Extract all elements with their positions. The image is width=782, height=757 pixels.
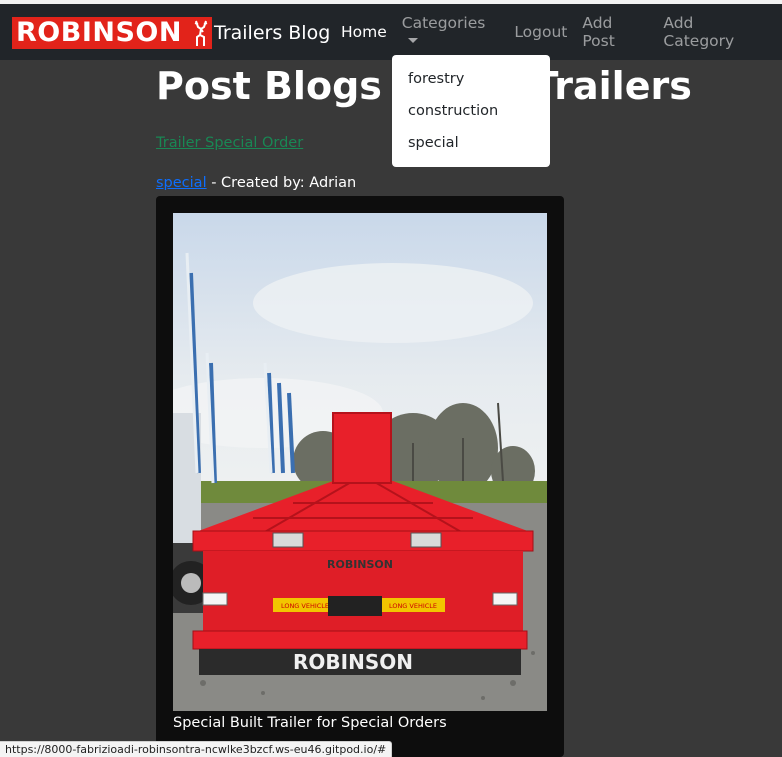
dropdown-item-special[interactable]: special (392, 127, 550, 159)
trailer-photo: ROBINSON LONG VEHICLE LONG VEHICLE ROBIN… (173, 213, 547, 711)
created-by-text: - Created by: Adrian (206, 175, 357, 191)
nav-categories-toggle[interactable]: Categories (402, 14, 500, 50)
categories-dropdown: forestry construction special (392, 55, 550, 167)
navbar: ROBINSON Trailers Blog Home Categories L… (0, 4, 782, 60)
plate-left: LONG VEHICLE (281, 602, 329, 610)
nav-categories-label: Categories (401, 14, 486, 32)
nav-add-post[interactable]: Add Post (582, 14, 648, 50)
brand-link[interactable]: ROBINSON Trailers Blog (12, 17, 330, 49)
brand-title: Trailers Blog (214, 22, 331, 44)
status-bar-url: https://8000-fabrizioadi-robinsontra-ncw… (0, 741, 393, 757)
stag-icon (194, 20, 208, 46)
image-caption: Special Built Trailer for Special Orders (173, 715, 447, 731)
category-link[interactable]: special (156, 175, 207, 191)
trailer-brand-text: ROBINSON (327, 558, 393, 571)
post-card: ROBINSON LONG VEHICLE LONG VEHICLE ROBIN… (156, 196, 564, 757)
logo-text: ROBINSON (16, 17, 182, 48)
dropdown-item-forestry[interactable]: forestry (392, 63, 550, 95)
plate-right: LONG VEHICLE (389, 602, 437, 610)
dropdown-item-construction[interactable]: construction (392, 95, 550, 127)
mudflap-brand-text: ROBINSON (293, 650, 413, 674)
nav-add-category[interactable]: Add Category (663, 14, 767, 50)
nav-home[interactable]: Home (341, 23, 387, 41)
post-meta: special - Created by: Adrian (156, 175, 356, 191)
nav-logout[interactable]: Logout (514, 23, 567, 41)
nav-menu: Home Categories Logout Add Post Add Cate… (341, 4, 782, 60)
post-title-link[interactable]: Trailer Special Order (156, 135, 303, 151)
caret-down-icon (407, 38, 418, 43)
robinson-logo: ROBINSON (12, 17, 212, 49)
